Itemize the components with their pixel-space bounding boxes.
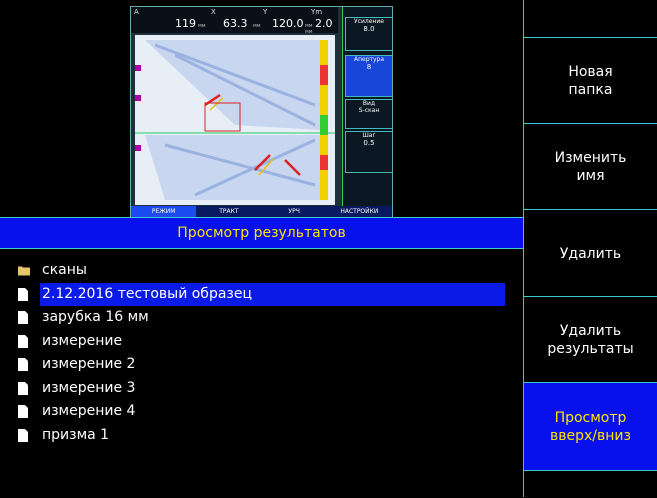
thumbnail-menu-urch: УРЧ xyxy=(288,208,300,215)
list-item[interactable]: измерение 3 xyxy=(18,377,523,401)
delete-label: Удалить xyxy=(559,245,622,262)
rename-button[interactable]: Изменить имя xyxy=(524,123,657,210)
new-folder-label: Новая папка xyxy=(568,64,613,98)
scan-parameters-panel: Усиление 8.0 Апертура 8 Вид S-скан Шаг 0… xyxy=(342,7,392,207)
readout-a-unit: мм xyxy=(198,23,206,29)
measurement-readout: A 119 мм X 63.3 мм Y 120.0 мм Ym 2.0 мм xyxy=(131,7,338,35)
scroll-up-down-label: Просмотр вверх/вниз xyxy=(550,410,631,444)
list-item[interactable]: зарубка 16 мм xyxy=(18,306,523,330)
aperture-value: 8 xyxy=(366,63,372,71)
readout-y-label: Y xyxy=(263,8,268,16)
screen-title-bar: Просмотр результатов xyxy=(0,217,523,249)
new-folder-button[interactable]: Новая папка xyxy=(524,37,657,124)
list-item-label: сканы xyxy=(42,262,87,278)
list-item-label: измерение 4 xyxy=(42,403,136,419)
list-item-label: измерение 3 xyxy=(42,379,136,396)
document-icon xyxy=(18,287,28,301)
delete-button[interactable]: Удалить xyxy=(524,209,657,297)
list-item-label: измерение xyxy=(42,332,123,349)
readout-x-value: 63.3 xyxy=(223,17,248,30)
view-value: S-скан xyxy=(358,107,380,114)
list-item-label: призма 1 xyxy=(42,426,110,443)
thumbnail-menu-settings: НАСТРОЙКИ xyxy=(340,208,379,215)
folder-icon xyxy=(18,266,30,276)
scan-thumbnail: A 119 мм X 63.3 мм Y 120.0 мм Ym 2.0 мм … xyxy=(130,6,393,218)
list-item[interactable]: призма 1 xyxy=(18,424,523,448)
s-scan-image xyxy=(135,35,335,205)
gain-label: Усиление xyxy=(354,18,384,25)
thumbnail-menu-path: ТРАКТ xyxy=(219,208,239,215)
delete-results-button[interactable]: Удалить результаты xyxy=(524,296,657,383)
readout-a-value: 119 xyxy=(175,17,196,30)
page-title: Просмотр результатов xyxy=(177,225,346,241)
delete-results-label: Удалить результаты xyxy=(547,323,634,357)
view-label: Вид xyxy=(362,100,376,107)
readout-a-label: A xyxy=(134,8,139,16)
thumbnail-menu-mode: РЕЖИМ xyxy=(131,206,197,217)
view-box: Вид S-скан xyxy=(345,99,392,129)
step-value: 0.5 xyxy=(363,139,375,147)
list-item[interactable]: измерение xyxy=(18,330,523,354)
document-icon xyxy=(18,334,28,348)
scroll-up-down-button[interactable]: Просмотр вверх/вниз xyxy=(524,382,657,471)
aperture-label: Апертура xyxy=(353,56,385,63)
softkey-7-empty[interactable] xyxy=(524,470,657,498)
readout-y-value: 120.0 xyxy=(272,17,304,30)
results-file-list: сканы 2.12.2016 тестовый образец зарубка… xyxy=(18,259,523,447)
step-label: Шаг xyxy=(362,132,376,139)
document-icon xyxy=(18,381,28,395)
step-box: Шаг 0.5 xyxy=(345,131,392,173)
softkey-panel: Новая папка Изменить имя Удалить Удалить… xyxy=(523,0,657,497)
list-item-selected[interactable]: 2.12.2016 тестовый образец xyxy=(18,282,523,306)
softkey-1-empty[interactable] xyxy=(524,0,657,37)
document-icon xyxy=(18,358,28,371)
list-item[interactable]: измерение 2 xyxy=(18,353,523,377)
gain-box: Усиление 8.0 xyxy=(345,17,392,51)
aperture-box: Апертура 8 xyxy=(345,55,392,97)
thumbnail-menu: РЕЖИМ ТРАКТ УРЧ НАСТРОЙКИ xyxy=(131,206,392,217)
readout-x-unit: мм xyxy=(253,23,261,29)
gain-value: 8.0 xyxy=(363,25,375,33)
list-item[interactable]: измерение 4 xyxy=(18,400,523,424)
document-icon xyxy=(18,428,28,442)
document-icon xyxy=(18,311,28,324)
list-item-label: 2.12.2016 тестовый образец xyxy=(40,282,505,306)
list-item-folder[interactable]: сканы xyxy=(18,259,523,283)
list-item-label: измерение 2 xyxy=(42,356,136,372)
readout-ym-label: Ym xyxy=(311,8,323,16)
readout-x-label: X xyxy=(211,8,216,16)
list-item-label: зарубка 16 мм xyxy=(42,309,149,325)
rename-label: Изменить имя xyxy=(554,150,627,184)
readout-ym-value: 2.0 xyxy=(315,17,333,30)
document-icon xyxy=(18,405,28,418)
